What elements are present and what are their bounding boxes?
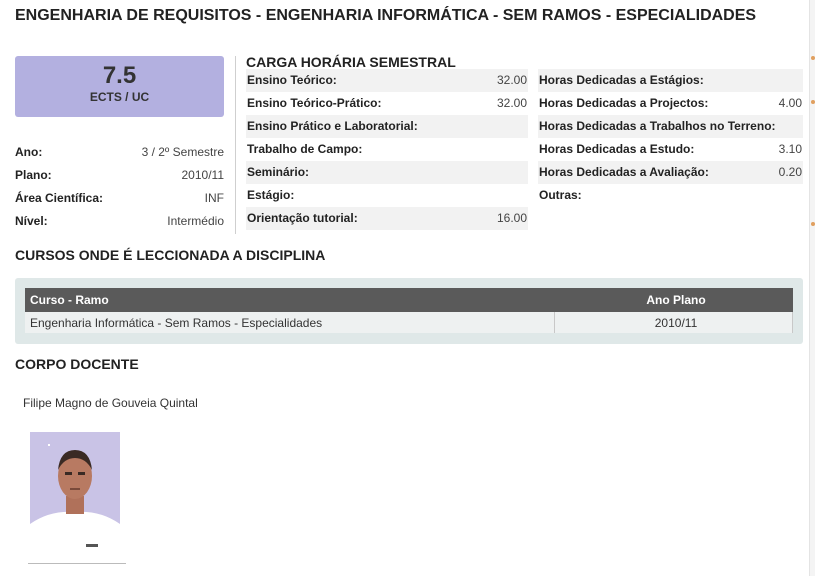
hour-row: Horas Dedicadas a Trabalhos no Terreno: <box>538 115 803 138</box>
hour-label: Ensino Teórico-Prático: <box>247 96 382 110</box>
hour-row: Horas Dedicadas a Avaliação: 0.20 <box>538 161 803 184</box>
info-value: Intermédio <box>167 214 224 228</box>
hour-value: 32.00 <box>496 96 527 110</box>
cell-ano-plano: 2010/11 <box>554 312 793 333</box>
hour-value: 0.20 <box>778 165 802 179</box>
info-label: Nível: <box>15 214 48 228</box>
scrollbar-track[interactable] <box>809 0 815 576</box>
hour-value: 16.00 <box>496 211 527 225</box>
hour-label: Seminário: <box>247 165 310 179</box>
ects-box: 7.5 ECTS / UC <box>15 56 224 117</box>
ects-label: ECTS / UC <box>89 90 150 104</box>
hour-row: Estágio: <box>246 184 528 207</box>
hour-label: Outras: <box>539 188 582 202</box>
hour-row: Orientação tutorial: 16.00 <box>246 207 528 230</box>
hour-label: Estágio: <box>247 188 295 202</box>
cursos-panel: Curso - Ramo Ano Plano Engenharia Inform… <box>15 278 803 344</box>
info-value: 3 / 2º Semestre <box>141 145 224 159</box>
hour-row: Horas Dedicadas a Estudo: 3.10 <box>538 138 803 161</box>
info-row-nivel: Nível: Intermédio <box>15 210 224 233</box>
info-label: Área Científica: <box>15 191 104 205</box>
table-header-row: Curso - Ramo Ano Plano <box>25 288 793 312</box>
column-header-curso[interactable]: Curso - Ramo <box>25 288 555 312</box>
hour-value: 4.00 <box>778 96 802 110</box>
scroll-marker <box>811 56 815 60</box>
hour-row: Horas Dedicadas a Projectos: 4.00 <box>538 92 803 115</box>
hours-column-right: Horas Dedicadas a Estágios: Horas Dedica… <box>538 69 803 207</box>
hour-row: Ensino Teórico-Prático: 32.00 <box>246 92 528 115</box>
cursos-table: Curso - Ramo Ano Plano Engenharia Inform… <box>25 288 793 333</box>
info-row-area: Área Científica: INF <box>15 187 224 210</box>
hour-label: Horas Dedicadas a Avaliação: <box>539 165 709 179</box>
hour-label: Horas Dedicadas a Projectos: <box>539 96 709 110</box>
hour-row: Trabalho de Campo: <box>246 138 528 161</box>
hour-row: Outras: <box>538 184 803 207</box>
hour-label: Ensino Prático e Laboratorial: <box>247 119 418 133</box>
hour-value: 32.00 <box>496 73 527 87</box>
hour-label: Orientação tutorial: <box>247 211 358 225</box>
hour-label: Horas Dedicadas a Estágios: <box>539 73 704 87</box>
hours-column-left: Ensino Teórico: 32.00 Ensino Teórico-Prát… <box>246 69 528 230</box>
info-value: 2010/11 <box>181 168 225 182</box>
scroll-marker <box>811 100 815 104</box>
info-value: INF <box>204 191 224 205</box>
hour-row: Seminário: <box>246 161 528 184</box>
page-title: ENGENHARIA DE REQUISITOS - ENGENHARIA IN… <box>15 7 757 24</box>
teacher-photo-image <box>30 432 120 550</box>
scroll-marker <box>811 222 815 226</box>
info-row-plano: Plano: 2010/11 <box>15 164 224 187</box>
cell-curso: Engenharia Informática - Sem Ramos - Esp… <box>25 312 555 333</box>
ects-value: 7.5 <box>102 62 137 89</box>
table-row: Engenharia Informática - Sem Ramos - Esp… <box>25 312 793 333</box>
hour-label: Horas Dedicadas a Trabalhos no Terreno: <box>539 119 776 133</box>
teacher-name[interactable]: Filipe Magno de Gouveia Quintal <box>23 396 198 410</box>
hour-row: Ensino Teórico: 32.00 <box>246 69 528 92</box>
hour-row: Horas Dedicadas a Estágios: <box>538 69 803 92</box>
column-header-ano-plano[interactable]: Ano Plano <box>554 288 793 312</box>
hour-value: 3.10 <box>778 142 802 156</box>
cursos-section-title: CURSOS ONDE É LECCIONADA A DISCIPLINA <box>15 247 326 263</box>
info-row-ano: Ano: 3 / 2º Semestre <box>15 141 224 164</box>
hour-label: Ensino Teórico: <box>247 73 337 87</box>
vertical-divider <box>235 56 236 234</box>
teacher-photo[interactable] <box>30 432 120 550</box>
carga-title: CARGA HORÁRIA SEMESTRAL <box>246 54 456 70</box>
info-table: Ano: 3 / 2º Semestre Plano: 2010/11 Área… <box>15 141 224 233</box>
hour-label: Horas Dedicadas a Estudo: <box>539 142 695 156</box>
hour-label: Trabalho de Campo: <box>247 142 363 156</box>
info-label: Plano: <box>15 168 52 182</box>
info-label: Ano: <box>15 145 43 159</box>
photo-underline <box>28 563 126 564</box>
hour-row: Ensino Prático e Laboratorial: <box>246 115 528 138</box>
docentes-section-title: CORPO DOCENTE <box>15 356 139 372</box>
